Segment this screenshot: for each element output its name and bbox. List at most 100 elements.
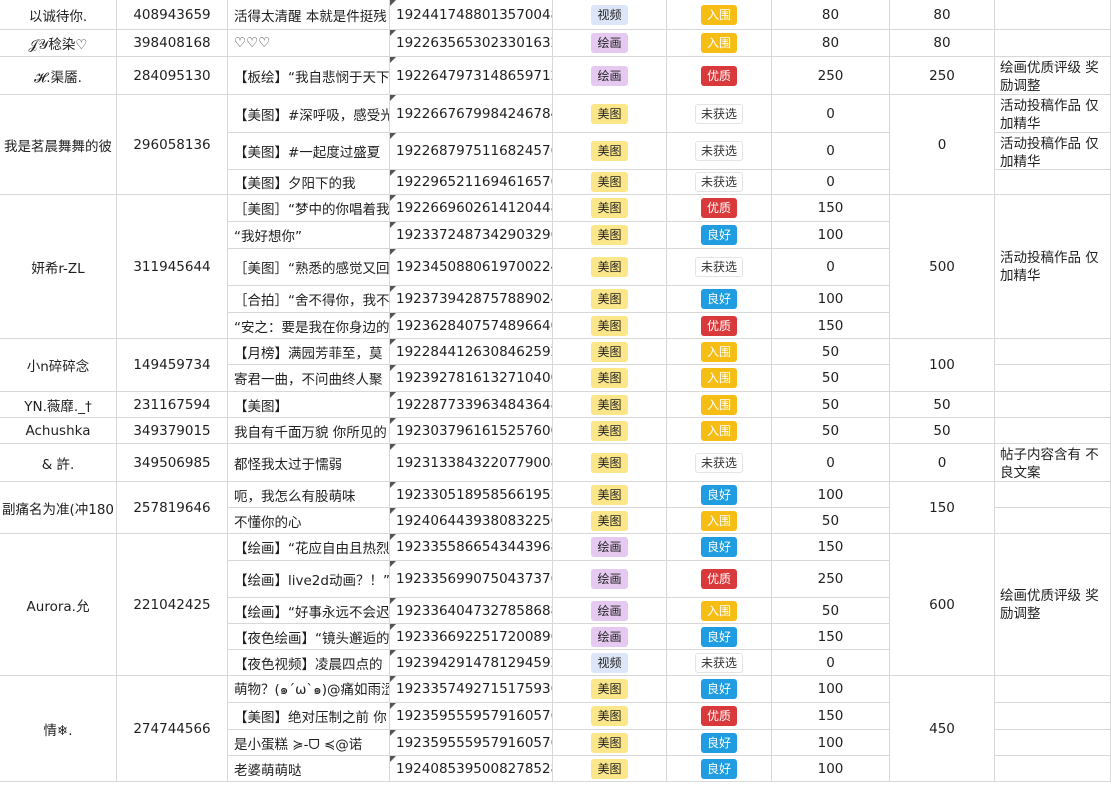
category-cell[interactable]: 美图 xyxy=(553,249,667,286)
category-cell[interactable]: 美图 xyxy=(553,195,667,222)
category-cell[interactable]: 绘画 xyxy=(553,534,667,561)
score-cell[interactable]: 150 xyxy=(772,313,890,339)
rating-cell[interactable]: 良好 xyxy=(667,624,772,650)
category-cell[interactable]: 美图 xyxy=(553,482,667,508)
score-cell[interactable]: 100 xyxy=(772,676,890,703)
post-title-cell[interactable]: 【美图】#一起度过盛夏 xyxy=(228,133,390,170)
rating-cell[interactable]: 入围 xyxy=(667,365,772,392)
post-title-cell[interactable]: 是小蛋糕 ≽-ᗜ ≼@诺 xyxy=(228,730,390,756)
total-score-cell[interactable]: 500 xyxy=(890,195,995,339)
post-title-cell[interactable]: ［美图］“梦中的你唱着我 xyxy=(228,195,390,222)
score-cell[interactable]: 50 xyxy=(772,365,890,392)
author-name-cell[interactable]: 以诚待你. xyxy=(0,0,117,30)
category-cell[interactable]: 美图 xyxy=(553,365,667,392)
author-uid-cell[interactable]: 149459734 xyxy=(117,339,228,392)
category-cell[interactable]: 美图 xyxy=(553,756,667,782)
rating-cell[interactable]: 良好 xyxy=(667,756,772,782)
score-cell[interactable]: 50 xyxy=(772,392,890,418)
post-title-cell[interactable]: 【绘画】“花应自由且热烈 xyxy=(228,534,390,561)
remark-cell-empty[interactable] xyxy=(995,676,1111,703)
score-cell[interactable]: 0 xyxy=(772,170,890,195)
rating-cell[interactable]: 入围 xyxy=(667,418,772,444)
author-uid-cell[interactable]: 284095130 xyxy=(117,57,228,95)
post-title-cell[interactable]: 寄君一曲，不问曲终人聚 xyxy=(228,365,390,392)
post-id-cell[interactable]: 1923305189585661952 xyxy=(390,482,553,508)
score-cell[interactable]: 0 xyxy=(772,444,890,482)
post-title-cell[interactable]: 【夜色视频】凌晨四点的 xyxy=(228,650,390,676)
post-id-cell[interactable]: 1922647973148659712 xyxy=(390,57,553,95)
post-title-cell[interactable]: 呃，我怎么有股萌味 xyxy=(228,482,390,508)
remark-cell-empty[interactable] xyxy=(995,508,1111,534)
remark-cell-empty[interactable] xyxy=(995,365,1111,392)
total-score-cell[interactable]: 600 xyxy=(890,534,995,676)
author-uid-cell[interactable]: 349379015 xyxy=(117,418,228,444)
post-id-cell[interactable]: 1923942914781294592 xyxy=(390,650,553,676)
remark-cell[interactable]: 活动投稿作品 仅加精华 xyxy=(995,133,1111,170)
post-title-cell[interactable]: 【板绘】“我自悲悯于天下 xyxy=(228,57,390,95)
author-uid-cell[interactable]: 408943659 xyxy=(117,0,228,30)
category-cell[interactable]: 美图 xyxy=(553,286,667,313)
author-uid-cell[interactable]: 296058136 xyxy=(117,95,228,195)
remark-cell-empty[interactable] xyxy=(995,0,1111,30)
category-cell[interactable]: 绘画 xyxy=(553,57,667,95)
remark-cell-empty[interactable] xyxy=(995,703,1111,730)
author-uid-cell[interactable]: 274744566 xyxy=(117,676,228,782)
rating-cell[interactable]: 未获选 xyxy=(667,249,772,286)
category-cell[interactable]: 美图 xyxy=(553,95,667,133)
rating-cell[interactable]: 未获选 xyxy=(667,170,772,195)
total-score-cell[interactable]: 0 xyxy=(890,444,995,482)
total-score-cell[interactable]: 50 xyxy=(890,418,995,444)
rating-cell[interactable]: 优质 xyxy=(667,195,772,222)
post-title-cell[interactable]: “我好想你” xyxy=(228,222,390,249)
category-cell[interactable]: 美图 xyxy=(553,444,667,482)
author-name-cell[interactable]: 副痛名为准(冲180 xyxy=(0,482,117,534)
rating-cell[interactable]: 入围 xyxy=(667,598,772,624)
score-cell[interactable]: 80 xyxy=(772,0,890,30)
score-cell[interactable]: 100 xyxy=(772,756,890,782)
category-cell[interactable]: 视频 xyxy=(553,0,667,30)
category-cell[interactable]: 美图 xyxy=(553,676,667,703)
post-id-cell[interactable]: 1923450880619700224 xyxy=(390,249,553,286)
remark-cell[interactable]: 活动投稿作品 仅加精华 xyxy=(995,195,1111,339)
author-name-cell[interactable]: YN.薇靡._† xyxy=(0,392,117,418)
category-cell[interactable]: 视频 xyxy=(553,650,667,676)
rating-cell[interactable]: 未获选 xyxy=(667,650,772,676)
score-cell[interactable]: 150 xyxy=(772,703,890,730)
category-cell[interactable]: 美图 xyxy=(553,703,667,730)
author-name-cell[interactable]: 我是茗晨舞舞的彼 xyxy=(0,95,117,195)
score-cell[interactable]: 250 xyxy=(772,57,890,95)
score-cell[interactable]: 0 xyxy=(772,650,890,676)
post-id-cell[interactable]: 1924085395008278528 xyxy=(390,756,553,782)
total-score-cell[interactable]: 150 xyxy=(890,482,995,534)
rating-cell[interactable]: 未获选 xyxy=(667,444,772,482)
category-cell[interactable]: 美图 xyxy=(553,133,667,170)
post-id-cell[interactable]: 1922687975116824576 xyxy=(390,133,553,170)
post-title-cell[interactable]: 【绘画】“好事永远不会迟 xyxy=(228,598,390,624)
post-id-cell[interactable]: 1923595559579160576 xyxy=(390,703,553,730)
post-title-cell[interactable]: 【美图】夕阳下的我 xyxy=(228,170,390,195)
author-uid-cell[interactable]: 257819646 xyxy=(117,482,228,534)
post-id-cell[interactable]: 1924417488013570048 xyxy=(390,0,553,30)
rating-cell[interactable]: 良好 xyxy=(667,534,772,561)
post-id-cell[interactable]: 1924064439380832256 xyxy=(390,508,553,534)
post-id-cell[interactable]: 1923133843220779008 xyxy=(390,444,553,482)
rating-cell[interactable]: 优质 xyxy=(667,57,772,95)
score-cell[interactable]: 0 xyxy=(772,95,890,133)
score-cell[interactable]: 100 xyxy=(772,482,890,508)
total-score-cell[interactable]: 0 xyxy=(890,95,995,195)
category-cell[interactable]: 绘画 xyxy=(553,30,667,57)
category-cell[interactable]: 美图 xyxy=(553,418,667,444)
author-uid-cell[interactable]: 221042425 xyxy=(117,534,228,676)
post-id-cell[interactable]: 1923357492715175936 xyxy=(390,676,553,703)
author-uid-cell[interactable]: 231167594 xyxy=(117,392,228,418)
post-title-cell[interactable]: 活得太清醒 本就是件挺残 xyxy=(228,0,390,30)
post-title-cell[interactable]: 【夜色绘画】“镜头邂逅的 xyxy=(228,624,390,650)
category-cell[interactable]: 美图 xyxy=(553,313,667,339)
category-cell[interactable]: 绘画 xyxy=(553,561,667,598)
remark-cell-empty[interactable] xyxy=(995,392,1111,418)
post-title-cell[interactable]: 我自有千面万貌 你所见的 xyxy=(228,418,390,444)
category-cell[interactable]: 绘画 xyxy=(553,624,667,650)
score-cell[interactable]: 50 xyxy=(772,598,890,624)
author-uid-cell[interactable]: 398408168 xyxy=(117,30,228,57)
post-title-cell[interactable]: 【月榜】满园芳菲至，莫 xyxy=(228,339,390,365)
